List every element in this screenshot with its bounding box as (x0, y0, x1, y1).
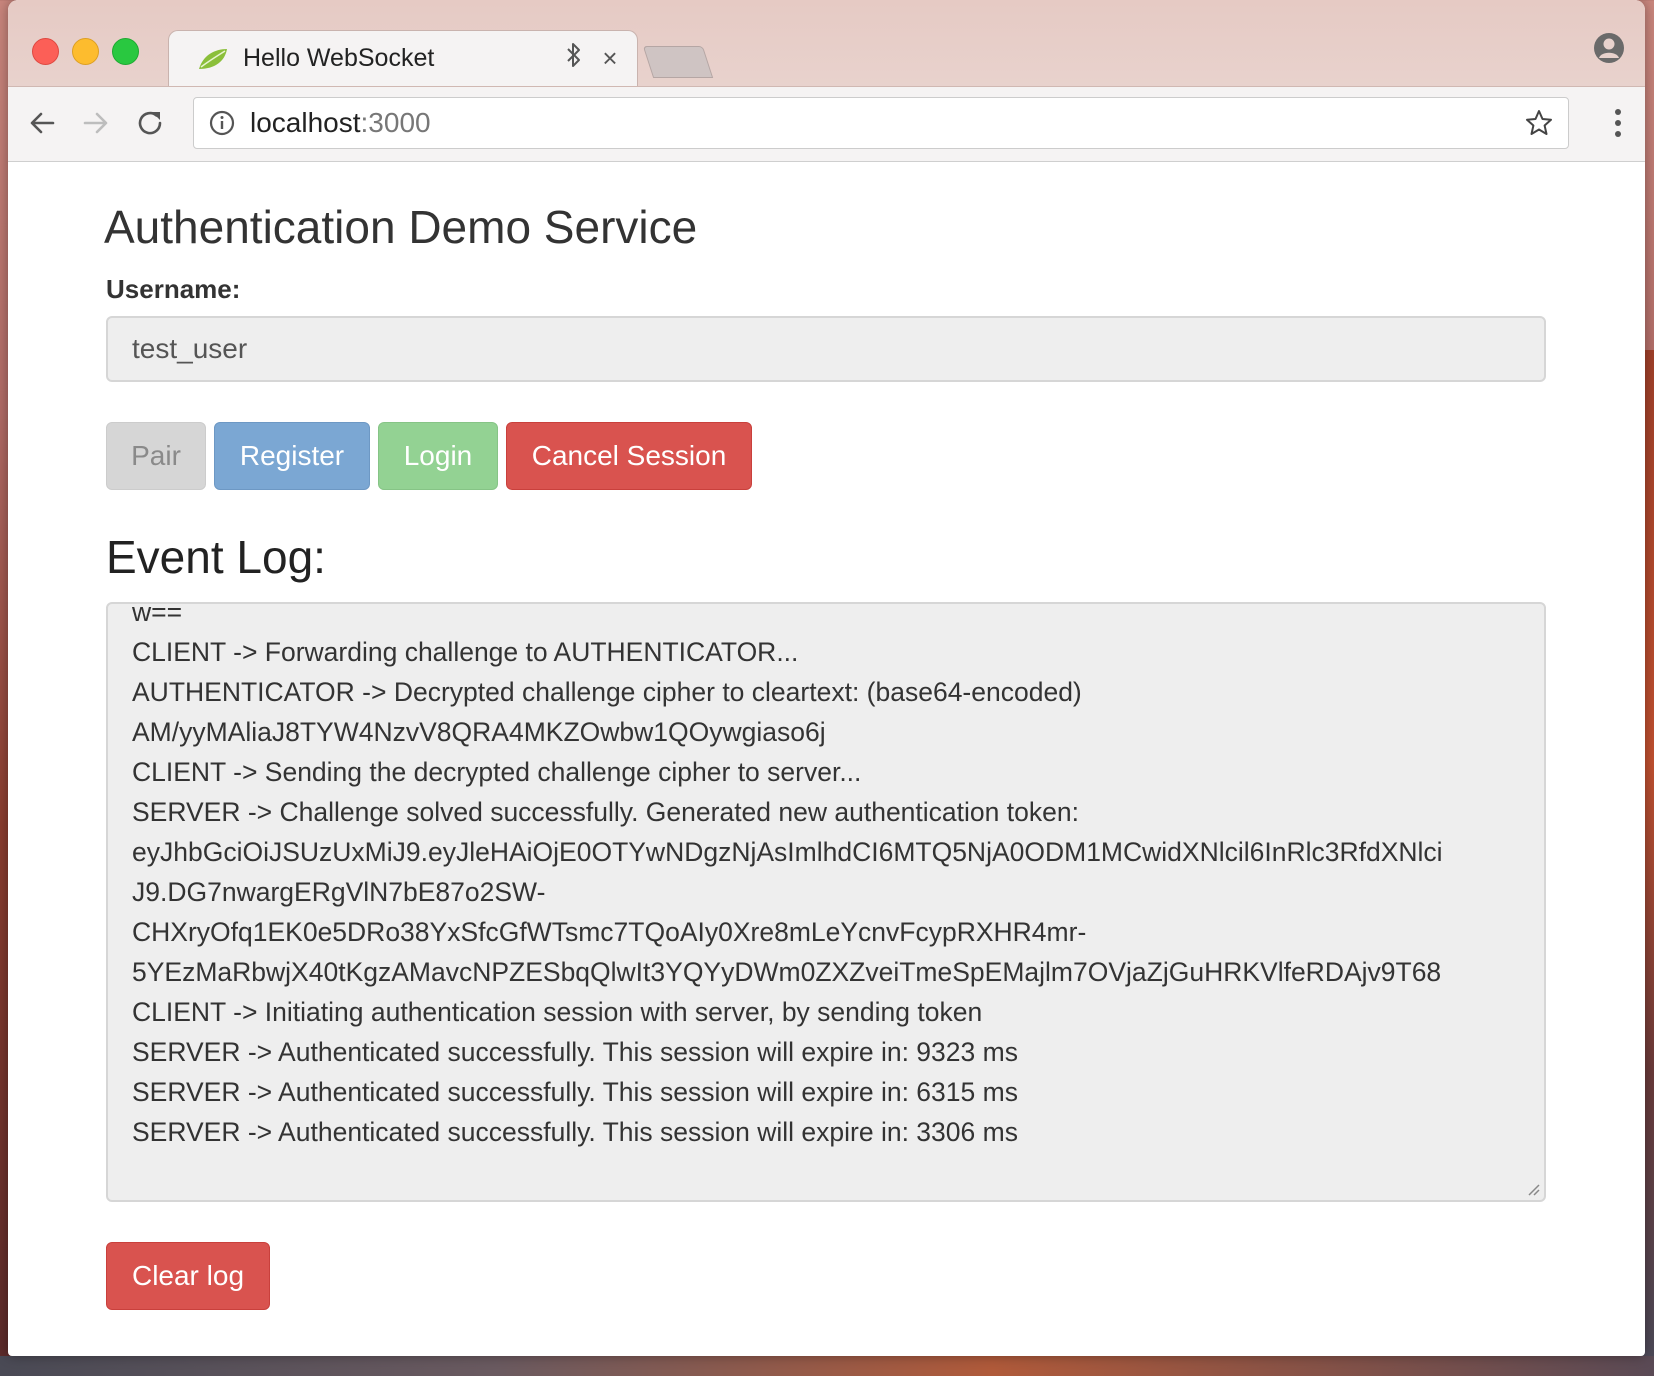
log-line: J9.DG7nwargERgVlN7bE87o2SW- (132, 877, 546, 907)
username-label: Username: (106, 274, 241, 304)
profile-icon[interactable] (1593, 32, 1625, 64)
url-port: :3000 (360, 107, 431, 138)
browser-titlebar: Hello WebSocket × (8, 0, 1645, 87)
log-line: AUTHENTICATOR -> Decrypted challenge cip… (132, 677, 1082, 707)
log-line: SERVER -> Authenticated successfully. Th… (132, 1077, 1018, 1107)
resize-grip-icon[interactable] (1526, 1182, 1540, 1196)
login-button[interactable]: Login (378, 422, 498, 490)
log-line: SERVER -> Authenticated successfully. Th… (132, 1037, 1018, 1067)
log-line: CHXryOfq1EK0e5DRo38YxSfcGfWTsmc7TQoAIy0X… (132, 917, 1087, 947)
log-line: 5YEzMaRbwjX40tKgzAMavcNPZESbqQlwIt3YQYyD… (132, 957, 1442, 987)
tab-title: Hello WebSocket (243, 44, 435, 72)
register-button[interactable]: Register (214, 422, 370, 490)
pair-button[interactable]: Pair (106, 422, 206, 490)
log-line: CLIENT -> Forwarding challenge to AUTHEN… (132, 637, 799, 667)
close-icon[interactable]: × (599, 43, 621, 74)
back-arrow-icon[interactable] (24, 105, 60, 141)
cancel-session-button[interactable]: Cancel Session (506, 422, 752, 490)
log-line: AM/yyMAliaJ8TYW4NzvV8QRA4MKZOwbw1QOywgia… (132, 717, 826, 747)
event-log-title: Event Log: (106, 531, 326, 583)
desktop-background-bottom (0, 1356, 1654, 1376)
reload-icon[interactable] (132, 105, 168, 141)
log-line: eyJhbGciOiJSUzUxMiJ9.eyJleHAiOjE0OTYwNDg… (132, 837, 1443, 867)
event-log-content: w== CLIENT -> Forwarding challenge to AUT… (132, 602, 1524, 1152)
spring-leaf-icon (197, 47, 229, 71)
log-line: SERVER -> Challenge solved successfully.… (132, 797, 1079, 827)
minimize-window-button[interactable] (72, 38, 99, 65)
url-host: localhost (250, 107, 361, 138)
log-line: CLIENT -> Initiating authentication sess… (132, 997, 983, 1027)
browser-toolbar: localhost:3000 (8, 87, 1645, 162)
browser-window: Hello WebSocket × localhost:3000 Authen… (8, 0, 1645, 1356)
menu-dots-icon[interactable] (1613, 107, 1623, 139)
clear-log-button[interactable]: Clear log (106, 1242, 270, 1310)
page-title: Authentication Demo Service (104, 201, 698, 253)
info-icon[interactable] (208, 109, 236, 137)
log-line: CLIENT -> Sending the decrypted challeng… (132, 757, 862, 787)
close-window-button[interactable] (32, 38, 59, 65)
bluetooth-icon (561, 42, 587, 75)
action-buttons: Pair Register Login Cancel Session (106, 422, 752, 490)
maximize-window-button[interactable] (112, 38, 139, 65)
address-bar[interactable]: localhost:3000 (193, 97, 1569, 149)
new-tab-button[interactable] (642, 46, 714, 78)
log-line: SERVER -> Authenticated successfully. Th… (132, 1117, 1018, 1147)
username-input[interactable] (106, 316, 1546, 382)
event-log-textarea[interactable]: w== CLIENT -> Forwarding challenge to AUT… (106, 602, 1546, 1202)
star-icon[interactable] (1524, 108, 1554, 138)
browser-tab[interactable]: Hello WebSocket × (168, 30, 638, 86)
log-line: w== (132, 602, 183, 627)
forward-arrow-icon[interactable] (78, 105, 114, 141)
